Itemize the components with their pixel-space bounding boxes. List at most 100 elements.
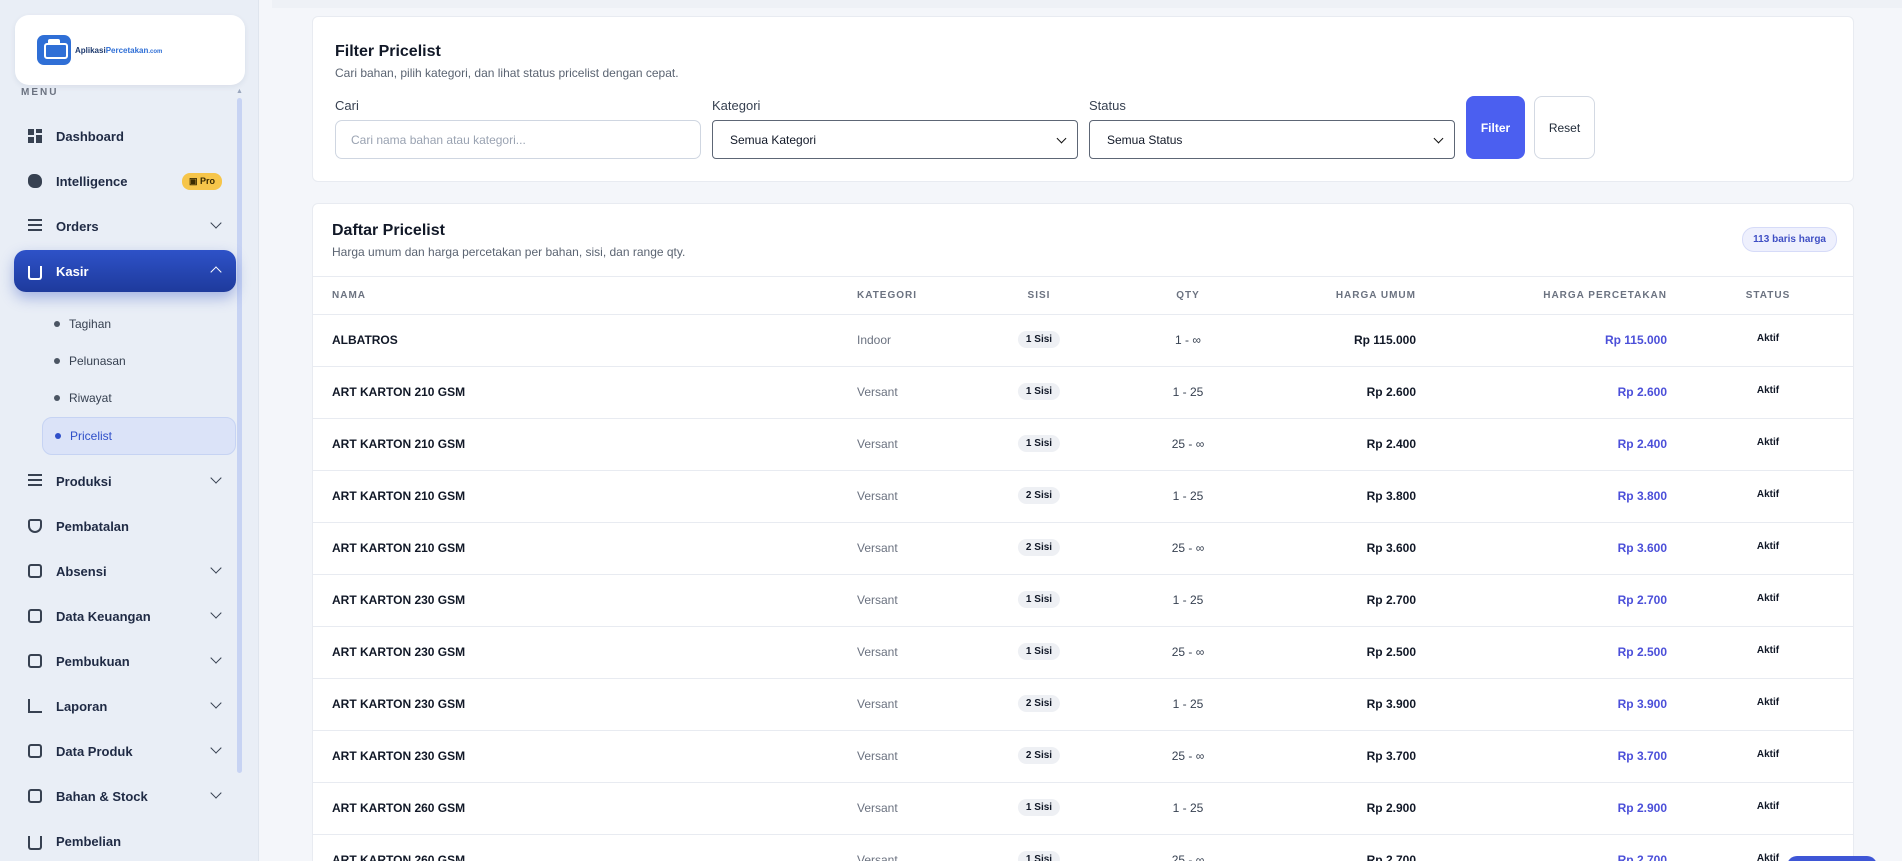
bullet-icon — [54, 321, 60, 327]
database-icon — [28, 789, 42, 803]
table-row[interactable]: ALBATROS Indoor 1 Sisi 1 - ∞ Rp 115.000 Rp 11… — [313, 315, 1853, 367]
sidebar-item-kasir[interactable]: Kasir — [14, 250, 236, 292]
sidebar-subitem-tagihan[interactable]: Tagihan — [42, 306, 236, 342]
sidebar-item-data-keuangan[interactable]: Data Keuangan — [14, 595, 236, 637]
table-row[interactable]: ART KARTON 210 GSM Versant 2 Sisi 1 - 25 Rp … — [313, 471, 1853, 523]
table-row[interactable]: ART KARTON 210 GSM Versant 1 Sisi 1 - 25 Rp … — [313, 367, 1853, 419]
col-sisi[interactable]: SISI — [1028, 290, 1051, 301]
table-row[interactable]: ART KARTON 230 GSM Versant 1 Sisi 1 - 25 Rp … — [313, 575, 1853, 627]
filter-button[interactable]: Filter — [1466, 96, 1525, 159]
scroll-up-icon[interactable]: ▲ — [236, 88, 243, 95]
row-status: Aktif — [1756, 541, 1780, 552]
sidebar-item-dashboard[interactable]: Dashboard — [14, 115, 236, 157]
row-qty: 1 - 25 — [1172, 593, 1204, 607]
col-nama[interactable]: NAMA — [332, 290, 366, 301]
sidebar-item-pembatalan[interactable]: Pembatalan — [14, 505, 236, 547]
row-status: Aktif — [1756, 801, 1780, 812]
table-row[interactable]: ART KARTON 210 GSM Versant 1 Sisi 25 - ∞ Rp … — [313, 419, 1853, 471]
sidebar-item-intelligence[interactable]: Intelligence ▣ Pro — [14, 160, 236, 202]
subitem-label: Tagihan — [69, 317, 112, 331]
logo-text-3: .com — [148, 48, 163, 55]
chevron-down-icon — [210, 787, 222, 799]
wallet-icon — [28, 609, 42, 623]
sisi-badge: 1 Sisi — [1017, 851, 1061, 861]
sidebar-subitem-riwayat[interactable]: Riwayat — [42, 380, 236, 416]
col-harga-umum[interactable]: HARGA UMUM — [1336, 290, 1416, 301]
table-row[interactable]: ART KARTON 210 GSM Versant 2 Sisi 25 - ∞ Rp … — [313, 523, 1853, 575]
row-harga-umum: Rp 2.900 — [1366, 801, 1416, 815]
row-kategori: Versant — [857, 749, 898, 763]
col-kategori[interactable]: KATEGORI — [857, 290, 917, 301]
app-logo[interactable]: AplikasiPercetakan.com — [15, 15, 245, 85]
row-harga-umum: Rp 3.800 — [1366, 489, 1416, 503]
table-row[interactable]: ART KARTON 230 GSM Versant 2 Sisi 25 - ∞ Rp … — [313, 731, 1853, 783]
sidebar-item-label: Pembatalan — [56, 518, 129, 534]
row-harga-percetakan: Rp 2.600 — [1617, 385, 1667, 399]
pro-badge-label: Pro — [199, 176, 215, 186]
category-select[interactable]: Semua Kategori — [712, 120, 1078, 159]
row-kategori: Versant — [857, 437, 898, 451]
sidebar-item-absensi[interactable]: Absensi — [14, 550, 236, 592]
row-kategori: Versant — [857, 385, 898, 399]
sisi-badge: 1 Sisi — [1017, 331, 1061, 348]
sidebar: AplikasiPercetakan.com MENU ▲ Dashboard … — [0, 0, 259, 861]
row-kategori: Versant — [857, 489, 898, 503]
reset-button[interactable]: Reset — [1534, 96, 1595, 159]
sisi-badge: 1 Sisi — [1017, 643, 1061, 660]
floating-action-button[interactable] — [1787, 856, 1877, 861]
chevron-up-icon — [210, 266, 222, 278]
menu-label: MENU — [21, 87, 59, 98]
sidebar-item-bahan-stock[interactable]: Bahan & Stock — [14, 775, 236, 817]
sidebar-item-label: Intelligence — [56, 173, 128, 189]
row-status: Aktif — [1756, 333, 1780, 344]
bar-chart-icon — [28, 699, 42, 713]
row-nama: ART KARTON 260 GSM — [332, 853, 466, 861]
table-header: NAMA KATEGORI SISI QTY HARGA UMUM HARGA … — [313, 276, 1853, 315]
row-harga-percetakan: Rp 3.800 — [1617, 489, 1667, 503]
col-harga-percetakan[interactable]: HARGA PERCETAKAN — [1543, 290, 1667, 301]
sidebar-item-laporan[interactable]: Laporan — [14, 685, 236, 727]
sidebar-scrollbar[interactable] — [237, 98, 242, 773]
row-harga-umum: Rp 115.000 — [1353, 333, 1416, 347]
row-qty: 1 - 25 — [1172, 697, 1204, 711]
sidebar-item-label: Data Produk — [56, 743, 133, 759]
sidebar-item-pembelian[interactable]: Pembelian — [14, 820, 236, 861]
chevron-down-icon — [210, 217, 222, 229]
row-qty: 25 - ∞ — [1171, 853, 1205, 861]
sidebar-subitem-pricelist[interactable]: Pricelist — [42, 417, 236, 455]
search-input[interactable] — [335, 120, 701, 159]
row-harga-umum: Rp 3.900 — [1366, 697, 1416, 711]
row-nama: ART KARTON 210 GSM — [332, 541, 466, 555]
row-nama: ART KARTON 260 GSM — [332, 801, 466, 815]
row-harga-umum: Rp 2.400 — [1366, 437, 1416, 451]
category-label: Kategori — [712, 98, 761, 113]
col-qty[interactable]: QTY — [1176, 290, 1200, 301]
cart-icon — [28, 265, 42, 280]
filter-card: Filter Pricelist Cari bahan, pilih kateg… — [312, 16, 1854, 182]
table-row[interactable]: ART KARTON 260 GSM Versant 1 Sisi 1 - 25 Rp … — [313, 783, 1853, 835]
sisi-badge: 1 Sisi — [1017, 591, 1061, 608]
chevron-down-icon — [210, 607, 222, 619]
row-count-badge: 113 baris harga — [1742, 227, 1837, 252]
sidebar-item-pembukuan[interactable]: Pembukuan — [14, 640, 236, 682]
table-row[interactable]: ART KARTON 230 GSM Versant 1 Sisi 25 - ∞ Rp … — [313, 627, 1853, 679]
filter-subtitle: Cari bahan, pilih kategori, dan lihat st… — [335, 66, 679, 80]
row-qty: 1 - ∞ — [1175, 333, 1201, 347]
status-select[interactable]: Semua Status — [1089, 120, 1455, 159]
logo-text-2: Percetakan — [105, 45, 149, 55]
row-harga-percetakan: Rp 3.700 — [1617, 749, 1667, 763]
row-harga-umum: Rp 2.600 — [1366, 385, 1416, 399]
search-label: Cari — [335, 98, 359, 113]
sidebar-item-data-produk[interactable]: Data Produk — [14, 730, 236, 772]
brain-icon — [28, 174, 42, 188]
sidebar-item-produksi[interactable]: Produksi — [14, 460, 236, 502]
sidebar-item-orders[interactable]: Orders — [14, 205, 236, 247]
table-row[interactable]: ART KARTON 260 GSM Versant 1 Sisi 25 - ∞ Rp … — [313, 835, 1853, 861]
sisi-badge: 1 Sisi — [1017, 799, 1061, 816]
sisi-badge: 2 Sisi — [1017, 539, 1061, 556]
row-status: Aktif — [1756, 385, 1780, 396]
table-row[interactable]: ART KARTON 230 GSM Versant 2 Sisi 1 - 25 Rp … — [313, 679, 1853, 731]
col-status[interactable]: STATUS — [1746, 290, 1791, 301]
sidebar-subitem-pelunasan[interactable]: Pelunasan — [42, 343, 236, 379]
sidebar-item-label: Pembukuan — [56, 653, 130, 669]
